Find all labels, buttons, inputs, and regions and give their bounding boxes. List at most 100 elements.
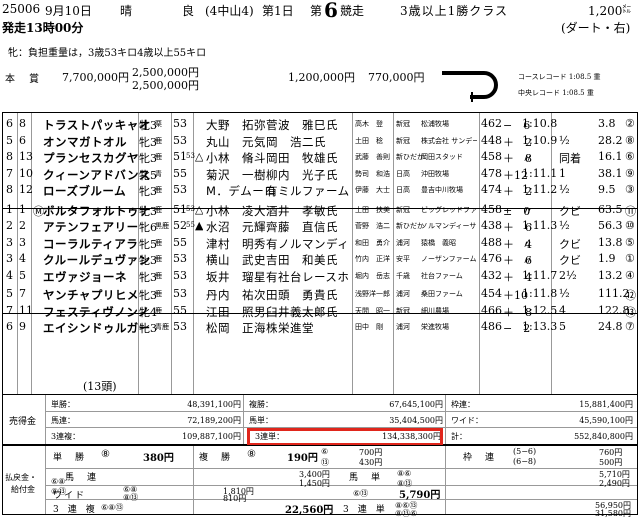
cell-wt: 53 (173, 183, 187, 196)
cell-breeder: 和田 勇介 (355, 238, 390, 247)
sales-fukusho-value: 67,645,100円 (389, 400, 443, 409)
cell-no: 9 (19, 320, 26, 333)
prize-first: 7,700,000円 (62, 71, 129, 84)
cell-region: 新冠 (396, 136, 410, 145)
race-class: 3歳以上1勝クラス (400, 4, 509, 18)
cell-wt-sup: 53 (186, 204, 195, 213)
race-suffix: 競走 (340, 4, 365, 18)
pay-sanrentan-number-2: ⑧⑬⑥ (395, 509, 418, 518)
sales-wakuren-label: 枠連： (451, 400, 475, 409)
cell-breeder: 土田 扶美 (355, 205, 390, 214)
payout-section: 払戻金・ 給付金 単 勝 ⑧ 380円 複 勝 ⑧ 190円 ⑥ ⑬ 700円 … (2, 445, 638, 518)
cell-pop: ⑦ (625, 320, 635, 333)
cell-margin: 4 (559, 303, 566, 317)
cell-wt: 53 (173, 268, 187, 282)
cell-pop: ① (625, 252, 635, 265)
cell-no: 5 (19, 268, 26, 282)
cell-waku: 3 (6, 252, 13, 265)
cell-trainer: 有社台レースホース (266, 269, 350, 284)
cell-wt: 55 (173, 235, 187, 249)
prize-add2: 2,500,000円 (132, 79, 199, 92)
race-prefix: 第 (310, 4, 323, 18)
cell-wt-sup: 53 (186, 152, 195, 160)
cell-no: 10 (19, 166, 33, 180)
cell-margin: 2½ (559, 268, 577, 282)
cell-no: 2 (19, 219, 26, 232)
cell-color: 黒鹿 (155, 222, 169, 230)
cell-odds: 1.9 (598, 252, 616, 265)
payout-label-1: 払戻金・ (5, 473, 37, 482)
course-record: コースレコード 1:08.5 重 (518, 73, 601, 81)
pay-wakuren-number-1: (5−6) (513, 447, 537, 456)
pay-sanrentan-label: 3 連 単 (343, 505, 385, 515)
cell-wt: 51 (173, 150, 187, 163)
cell-time: 1:13.3 (522, 320, 558, 333)
cell-name: エヴァジョーネ (43, 269, 127, 284)
pay-fukusho-value-1: 190円 (287, 453, 318, 464)
results-table: 6 8 トラストパッキャオ 牝3 栗 53 大野 拓弥 菅波 雅巳氏 高木 登新冠 松浦牧場 462… (2, 112, 638, 395)
cell-waku: 5 (6, 287, 13, 300)
track-condition: 良 (182, 4, 195, 18)
cell-bw: 432 (481, 268, 502, 282)
cell-no: 13 (19, 150, 33, 163)
cell-odds: 56.3 (598, 219, 623, 232)
cell-color: 鹿 (155, 290, 162, 298)
cell-waku: 7 (6, 166, 13, 180)
cell-time: 1:11.7 (522, 268, 558, 282)
race-number: 6 (324, 0, 338, 22)
cell-trainer: 有ミルファーム (266, 184, 350, 198)
pay-tansho-label: 単 勝 (53, 453, 87, 463)
cell-bw: 458 (481, 150, 502, 163)
cell-jm: △ (195, 202, 204, 216)
cell-region: 新冠 (396, 120, 410, 128)
cell-farm: 松浦牧場 (421, 120, 449, 128)
cell-time: 1:11.3 (522, 219, 558, 232)
cell-trainer: 株栄進堂 (266, 321, 314, 335)
cell-waku: 6 (6, 320, 13, 333)
central-record: 中央レコード 1:08.5 重 (518, 89, 594, 97)
table-row: 6 8 トラストパッキャオ 牝3 栗 53 大野 拓弥 菅波 雅巳氏 高木 登新冠 松浦牧場 462… (3, 115, 637, 132)
cell-bw: 458 (481, 202, 502, 216)
cell-odds: 13.8 (598, 235, 623, 249)
cell-pop: ③ (625, 183, 635, 196)
pay-wakuren-label: 枠 連 (463, 453, 497, 463)
cell-bw: 448 (481, 133, 502, 147)
cell-no: 11 (19, 303, 33, 317)
cell-margin: ½ (559, 183, 570, 196)
cell-region: 新冠 (396, 306, 410, 315)
cell-farm: 桑田ファーム (421, 290, 463, 298)
cell-breeder: 田中 剛 (355, 323, 383, 331)
cell-region: 日高 (396, 186, 410, 194)
cell-farm: 沖田牧場 (421, 169, 449, 178)
prize-third: 1,200,000円 (288, 71, 355, 84)
cell-waku: 1 (6, 202, 13, 216)
course-type: (ダート・右) (561, 21, 631, 35)
sales-wide-label: ワイド： (451, 416, 483, 425)
cell-color: 鹿 (155, 186, 162, 194)
cell-waku: 6 (6, 117, 13, 130)
cell-breeder: 勢司 和浩 (355, 169, 390, 178)
cell-waku: 8 (6, 150, 13, 163)
cell-odds: 9.5 (598, 183, 616, 196)
cell-margin: 5 (559, 320, 566, 333)
cell-waku: 2 (6, 219, 13, 232)
cell-breeder: 堀内 岳志 (355, 271, 390, 280)
distance: 1,200 (588, 4, 623, 18)
table-row: 56オンマガトオル牝3鹿53丸山 元気岡 浩二氏土田 稔新冠株式会社 サンデーヒ… (3, 132, 637, 149)
pay-umaren-value-2: 1,450円 (299, 479, 330, 488)
cell-bw: 474 (481, 183, 502, 196)
pay-fukusho-value-3: 430円 (359, 458, 383, 467)
runners-total: (13頭) (83, 380, 117, 393)
cell-farm: 猿橋 義昭 (421, 238, 456, 247)
cell-odds: 28.2 (598, 133, 623, 147)
cell-color: 鹿 (155, 136, 162, 145)
cell-name: ローズブルーム (43, 184, 127, 198)
cell-waku: 8 (6, 183, 13, 196)
cell-bw: 488 (481, 235, 502, 249)
meeting: (4中山4) (205, 4, 254, 18)
cell-time: 1:12.5 (522, 303, 558, 317)
pay-sanrentan-value-2: 31,580円 (595, 509, 631, 518)
race-date: 9月10日 (45, 4, 92, 18)
table-row: 3 4 クルールデュヴァン 牝3 鹿 53 横山 武史 吉田 和美氏 竹内 正洋 安平 ノーザンファ… (3, 250, 637, 267)
cell-wt: 53 (173, 320, 187, 333)
